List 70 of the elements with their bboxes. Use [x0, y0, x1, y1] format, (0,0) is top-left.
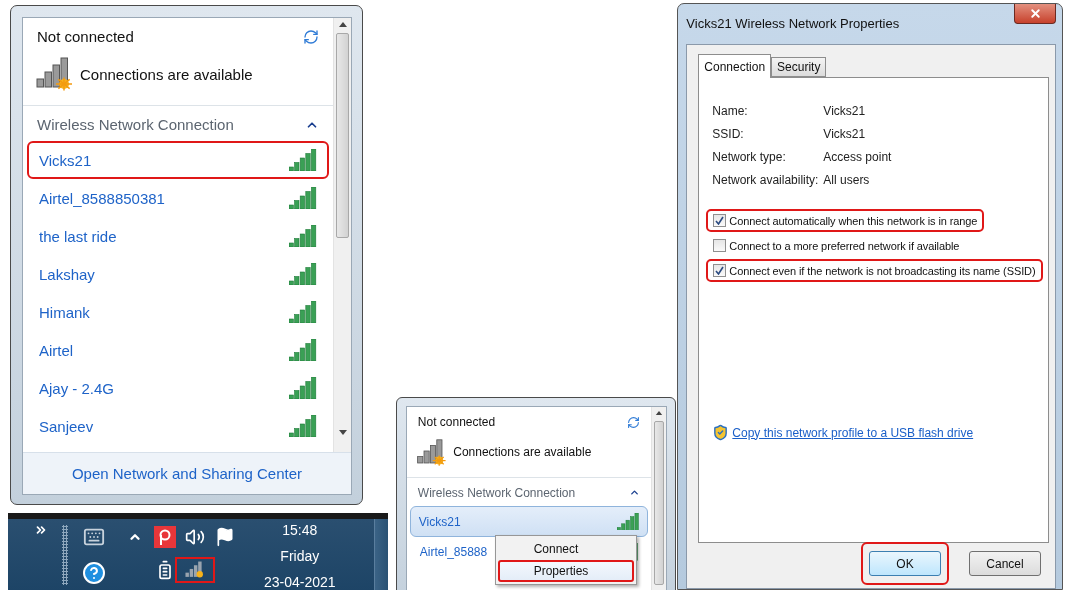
help-icon[interactable]: [82, 560, 106, 585]
availability-text: Connections are available: [453, 445, 592, 460]
checkbox-label: Connect even if the network is not broadcasting its name (SSID): [729, 264, 1036, 277]
scroll-up-icon[interactable]: [338, 22, 347, 27]
flag-icon[interactable]: [215, 527, 235, 547]
checkbox[interactable]: [713, 239, 727, 252]
network-item[interactable]: the last ride: [27, 217, 329, 255]
signal-bars-icon: [289, 377, 317, 399]
clock-time: 15:48: [282, 521, 318, 539]
app-icon[interactable]: [154, 526, 176, 548]
network-item[interactable]: Himank: [27, 293, 329, 331]
checkbox[interactable]: [713, 264, 727, 277]
scroll-thumb[interactable]: [653, 421, 665, 585]
section-title: Wireless Network Connection: [417, 485, 576, 500]
field-value: All users: [823, 173, 871, 187]
menu-item[interactable]: Connect: [497, 538, 634, 560]
signal-bars-icon: [289, 415, 317, 437]
network-item[interactable]: Airtel_8588850381: [27, 179, 329, 217]
field-value: Access point: [823, 150, 893, 164]
scroll-up-icon[interactable]: [654, 411, 663, 416]
network-item[interactable]: Sanjeev: [27, 407, 329, 445]
signal-star-icon: [416, 438, 449, 466]
field-label: SSID:: [712, 127, 745, 141]
signal-bars-icon: [289, 225, 317, 247]
network-item[interactable]: Ajay - 2.4G: [27, 369, 329, 407]
refresh-icon[interactable]: [627, 415, 641, 429]
close-icon[interactable]: [1028, 7, 1042, 20]
shield-icon: [712, 424, 730, 441]
signal-bars-icon: [289, 339, 317, 361]
scroll-thumb[interactable]: [335, 33, 350, 238]
status-text: Not connected: [37, 28, 134, 45]
refresh-icon[interactable]: [303, 28, 319, 45]
network-item[interactable]: Vicks21: [27, 141, 329, 179]
availability-text: Connections are available: [80, 65, 253, 83]
network-tray-icon[interactable]: [175, 557, 215, 583]
copy-profile-link[interactable]: Copy this network profile to a USB flash drive: [732, 425, 974, 440]
tab[interactable]: Security: [771, 57, 827, 77]
window-title: Vicks21 Wireless Network Properties: [686, 15, 900, 31]
signal-bars-icon: [289, 263, 317, 285]
speaker-icon[interactable]: [185, 527, 205, 547]
checkbox-label: Connect automatically when this network is in range: [729, 214, 978, 227]
signal-bars-icon: [289, 187, 317, 209]
field-label: Network type:: [712, 150, 787, 164]
checkbox-label: Connect to a more preferred network if available: [729, 239, 960, 252]
dialog-button[interactable]: OK: [869, 551, 941, 576]
gripper-icon[interactable]: [62, 525, 68, 585]
network-item[interactable]: Lakshay: [27, 255, 329, 293]
signal-bars-icon: [289, 301, 317, 323]
status-text: Not connected: [417, 415, 496, 429]
scrollbar[interactable]: [333, 18, 351, 452]
menu-item[interactable]: Properties: [497, 560, 634, 582]
section-title: Wireless Network Connection: [37, 116, 234, 133]
field-label: Network availability:: [712, 173, 820, 187]
signal-star-icon: [35, 57, 75, 91]
network-item[interactable]: Airtel: [27, 331, 329, 369]
dialog-button[interactable]: Cancel: [969, 551, 1041, 576]
clock-date: 23-04-2021: [264, 573, 336, 590]
close-button[interactable]: [1014, 4, 1056, 24]
tab[interactable]: Connection: [698, 54, 772, 78]
field-label: Name:: [712, 104, 749, 118]
scroll-down-icon[interactable]: [338, 430, 347, 435]
field-value: Vicks21: [823, 104, 867, 118]
field-value: Vicks21: [823, 127, 867, 141]
scrollbar[interactable]: [651, 407, 666, 590]
network-item[interactable]: Vicks21: [409, 506, 649, 537]
chevrons-icon[interactable]: [34, 523, 48, 537]
checkbox[interactable]: [713, 214, 727, 227]
signal-bars-icon: [289, 149, 317, 171]
signal-bars-icon: [616, 512, 640, 531]
clock-day: Friday: [280, 547, 320, 565]
